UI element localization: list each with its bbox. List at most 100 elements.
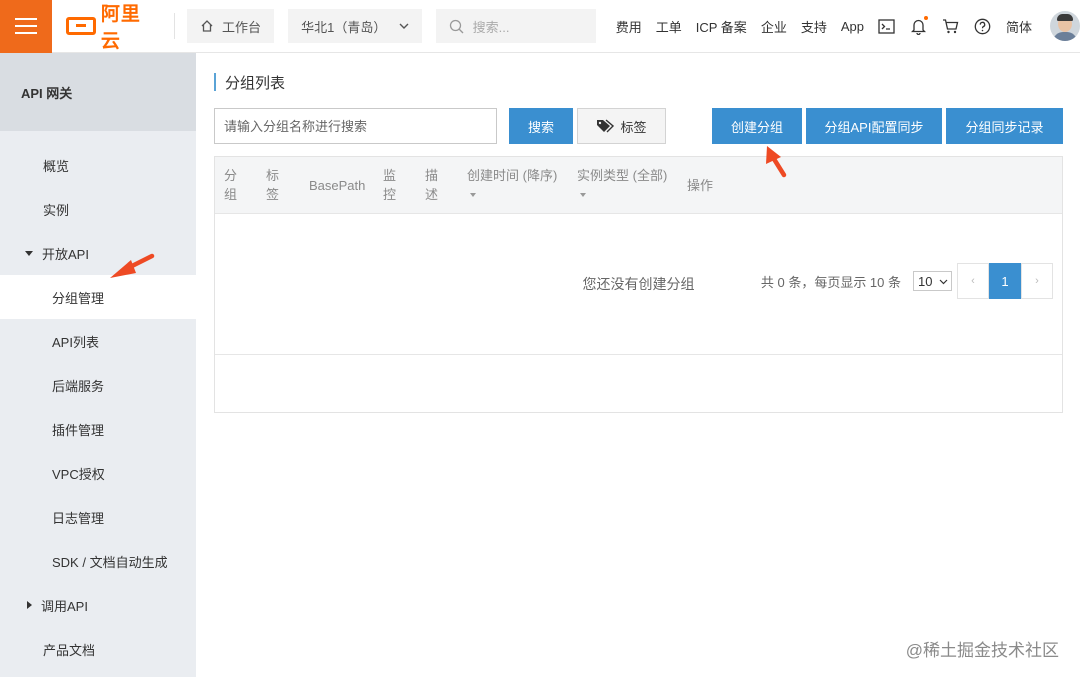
create-group-button[interactable]: 创建分组 <box>712 108 802 144</box>
column-header-description: 描述 <box>425 168 439 202</box>
sidebar-item-label: VPC授权 <box>52 466 105 482</box>
chevron-down-icon <box>939 279 948 284</box>
workbench-button[interactable]: 工作台 <box>186 9 275 43</box>
sidebar-item-label: 开放API <box>42 246 89 262</box>
nav-enterprise[interactable]: 企业 <box>761 17 787 36</box>
sidebar-item-label: 实例 <box>43 202 70 218</box>
sidebar-item-product-docs[interactable]: 产品文档 <box>0 627 196 671</box>
sidebar-item-label: 日志管理 <box>52 510 105 526</box>
caret-right-icon <box>27 601 32 609</box>
sidebar-item-plugin-management[interactable]: 插件管理 <box>0 407 196 451</box>
page-title: 分组列表 <box>214 73 1064 92</box>
workbench-label: 工作台 <box>221 19 261 35</box>
terminal-icon[interactable] <box>878 17 896 35</box>
caret-down-icon <box>25 250 33 256</box>
logo-text: 阿里云 <box>100 4 141 52</box>
tag-button[interactable]: 标签 <box>577 108 666 144</box>
nav-billing[interactable]: 费用 <box>616 17 642 36</box>
avatar[interactable] <box>1050 11 1080 41</box>
create-group-label: 创建分组 <box>730 119 783 135</box>
sidebar-item-label: 分组管理 <box>52 290 105 306</box>
nav-support[interactable]: 支持 <box>801 17 827 36</box>
bell-icon[interactable] <box>910 16 928 35</box>
sidebar-item-label: 产品文档 <box>43 642 96 658</box>
sidebar-item-overview[interactable]: 概览 <box>0 143 196 187</box>
top-bar: 阿里云 工作台 华北1（青岛） 搜索... 费用 工单 ICP 备案 企业 支持… <box>0 0 1080 53</box>
sidebar-item-sdk-docs[interactable]: SDK / 文档自动生成 <box>0 539 196 583</box>
header-divider <box>173 13 175 39</box>
global-search[interactable]: 搜索... <box>435 9 596 43</box>
sidebar-title: API 网关 <box>0 53 196 131</box>
current-page-number: 1 <box>1001 273 1009 289</box>
sidebar: API 网关 概览 实例 开放API 分组管理 API列表 后端服务 插件管理 … <box>0 53 196 677</box>
nav-app[interactable]: App <box>841 19 864 34</box>
global-search-placeholder: 搜索... <box>472 19 510 35</box>
search-button-label: 搜索 <box>527 119 554 135</box>
region-select[interactable]: 华北1（青岛） <box>288 9 422 43</box>
column-header-instance-type[interactable]: 实例类型 (全部) <box>577 166 667 197</box>
language-switch[interactable]: 简体 <box>1006 17 1032 36</box>
menu-icon[interactable] <box>0 0 53 53</box>
main-content: 分组列表 搜索 标签 创建分组 分组API配置同步 分组同步记录 分组 标签 B… <box>214 53 1064 413</box>
sidebar-item-vpc-authorization[interactable]: VPC授权 <box>0 451 196 495</box>
annotation-arrow-icon <box>110 253 155 278</box>
cart-icon[interactable] <box>942 17 960 35</box>
column-header-tag: 标签 <box>266 168 280 202</box>
group-api-sync-label: 分组API配置同步 <box>824 119 924 135</box>
tag-button-label: 标签 <box>620 119 647 135</box>
filter-down-icon <box>580 193 586 197</box>
pagination: 共 0 条，每页显示 10 条 10 ‹ 1 › <box>761 263 1053 299</box>
table-header: 分组 标签 BasePath 监控 描述 创建时间 (降序) 实例类型 (全部)… <box>215 157 1062 214</box>
page-size-value: 10 <box>918 273 933 289</box>
top-nav: 费用 工单 ICP 备案 企业 支持 App 简体 <box>616 11 1080 41</box>
pagination-summary: 共 0 条，每页显示 10 条 <box>760 274 901 290</box>
sort-down-icon <box>470 193 476 197</box>
sidebar-item-backend-services[interactable]: 后端服务 <box>0 363 196 407</box>
notification-dot <box>923 16 928 20</box>
watermark: @稀土掘金技术社区 <box>905 641 1059 660</box>
empty-state-text: 您还没有创建分组 <box>582 276 695 292</box>
tag-icon <box>597 119 615 133</box>
group-sync-record-button[interactable]: 分组同步记录 <box>946 108 1063 144</box>
sidebar-item-label: SDK / 文档自动生成 <box>52 554 168 570</box>
sidebar-item-label: API列表 <box>52 334 99 350</box>
aliyun-logo[interactable]: 阿里云 <box>66 0 160 53</box>
group-search-input[interactable] <box>214 108 497 144</box>
group-api-sync-button[interactable]: 分组API配置同步 <box>806 108 942 144</box>
prev-page-icon: ‹ <box>971 275 975 287</box>
sidebar-item-instances[interactable]: 实例 <box>0 187 196 231</box>
search-button[interactable]: 搜索 <box>509 108 573 144</box>
column-header-created-time[interactable]: 创建时间 (降序) <box>467 166 557 197</box>
sidebar-group-call-api[interactable]: 调用API <box>0 583 196 627</box>
home-icon <box>201 20 213 32</box>
sidebar-item-log-management[interactable]: 日志管理 <box>0 495 196 539</box>
chevron-down-icon <box>399 23 409 29</box>
instance-type-label: 实例类型 (全部) <box>577 168 668 183</box>
prev-page-button[interactable]: ‹ <box>957 263 989 299</box>
next-page-icon: › <box>1035 275 1039 287</box>
nav-ticket[interactable]: 工单 <box>656 17 682 36</box>
help-icon[interactable] <box>974 17 992 35</box>
sidebar-item-label: 插件管理 <box>52 422 105 438</box>
page-size-select[interactable]: 10 <box>913 271 952 291</box>
column-header-actions: 操作 <box>687 178 714 193</box>
region-label: 华北1（青岛） <box>301 19 387 35</box>
column-header-basepath: BasePath <box>309 178 366 193</box>
sidebar-group-open-api[interactable]: 开放API <box>0 231 196 275</box>
sidebar-item-api-list[interactable]: API列表 <box>0 319 196 363</box>
next-page-button[interactable]: › <box>1021 263 1053 299</box>
search-icon <box>449 19 464 33</box>
sidebar-menu: 概览 实例 开放API 分组管理 API列表 后端服务 插件管理 VPC授权 日… <box>0 131 196 671</box>
created-time-label: 创建时间 (降序) <box>467 168 558 183</box>
sidebar-item-label: 概览 <box>43 158 70 174</box>
sidebar-item-label: 调用API <box>41 598 88 614</box>
nav-icp[interactable]: ICP 备案 <box>696 17 747 36</box>
page-button-current[interactable]: 1 <box>989 263 1021 299</box>
toolbar: 搜索 标签 创建分组 分组API配置同步 分组同步记录 <box>214 108 1064 144</box>
sidebar-item-group-management[interactable]: 分组管理 <box>0 275 196 319</box>
group-sync-record-label: 分组同步记录 <box>965 119 1044 135</box>
column-header-monitor: 监控 <box>383 168 397 202</box>
annotation-arrow-icon <box>766 146 787 178</box>
sidebar-item-label: 后端服务 <box>52 378 105 394</box>
column-header-group: 分组 <box>224 168 238 202</box>
